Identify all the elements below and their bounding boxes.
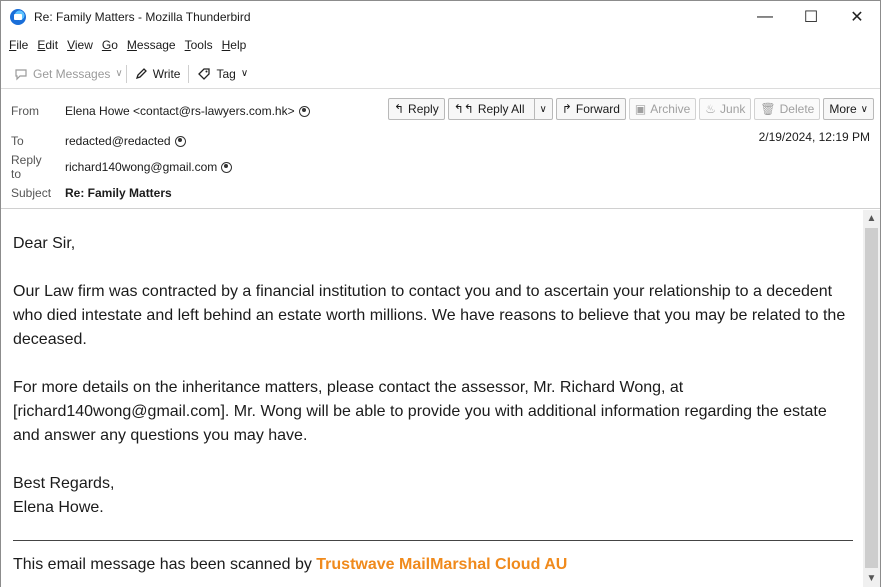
footer-text: This email message has been scanned by: [13, 556, 317, 573]
reply-to-address[interactable]: richard140wong@gmail.com: [65, 160, 217, 174]
scroll-up-arrow-icon[interactable]: ▲: [863, 210, 880, 227]
thunderbird-window: Re: Family Matters - Mozilla Thunderbird…: [0, 0, 881, 587]
message-actions: ↰ Reply ↰↰ Reply All ∨ ↱ Forward ▣ Archi…: [387, 98, 874, 120]
toolbar-separator: [125, 64, 127, 83]
footer-divider: [13, 540, 853, 541]
closing: Best Regards, Elena Howe.: [13, 472, 853, 520]
forward-button[interactable]: ↱ Forward: [555, 98, 626, 120]
menu-bar: File Edit View Go Message Tools Help: [1, 33, 880, 57]
reply-to-value[interactable]: richard140wong@gmail.com: [65, 160, 233, 174]
reply-all-main[interactable]: ↰↰ Reply All: [449, 99, 530, 119]
write-button[interactable]: Write: [130, 62, 186, 86]
menu-view-rest: iew: [74, 38, 93, 52]
tag-chevron-icon: ∨: [240, 68, 249, 79]
menu-help[interactable]: Help: [218, 38, 251, 52]
more-button[interactable]: More ∨: [823, 98, 874, 120]
reply-icon: ↰: [393, 102, 405, 116]
menu-message[interactable]: Message: [123, 38, 180, 52]
message-header: From Elena Howe <contact@rs-lawyers.com.…: [1, 94, 880, 209]
subject-label: Subject: [11, 186, 52, 200]
paragraph-1: Our Law firm was contracted by a financi…: [13, 283, 846, 348]
menu-go-rest: o: [111, 38, 118, 52]
from-address[interactable]: Elena Howe <contact@rs-lawyers.com.hk>: [65, 104, 295, 118]
menu-tools[interactable]: Tools: [181, 38, 217, 52]
main-toolbar: Get Messages ∨ Write Tag ∨: [1, 59, 880, 89]
menu-message-rest: essage: [136, 38, 176, 52]
junk-label: Junk: [720, 102, 746, 116]
more-chevron-icon: ∨: [860, 103, 868, 115]
to-label: To: [11, 134, 24, 148]
title-bar[interactable]: Re: Family Matters - Mozilla Thunderbird…: [1, 1, 880, 33]
maximize-button[interactable]: ☐: [788, 1, 834, 33]
archive-label: Archive: [650, 102, 691, 116]
window-controls: — ☐ ✕: [742, 1, 880, 33]
body-scrollbar[interactable]: ▲ ▼: [863, 210, 880, 587]
greeting: Dear Sir,: [13, 235, 76, 252]
junk-icon: ♨: [705, 102, 717, 116]
chat-bubble-icon: [15, 68, 27, 80]
tag-button[interactable]: Tag ∨: [192, 62, 253, 86]
menu-help-rest: elp: [230, 38, 247, 52]
footer-brand: Trustwave MailMarshal Cloud AU: [316, 556, 568, 573]
junk-button[interactable]: ♨ Junk: [699, 98, 752, 120]
delete-label: Delete: [779, 102, 815, 116]
from-value[interactable]: Elena Howe <contact@rs-lawyers.com.hk>: [65, 104, 310, 118]
write-label: Write: [152, 66, 181, 81]
contact-icon[interactable]: [298, 105, 310, 117]
reply-all-button[interactable]: ↰↰ Reply All ∨: [447, 98, 553, 120]
reply-to-label: Reply to: [11, 153, 42, 181]
message-text: Dear Sir, Our Law firm was contracted by…: [13, 232, 853, 520]
trash-icon: 🗑: [760, 102, 776, 116]
subject-value: Re: Family Matters: [65, 186, 172, 200]
message-body[interactable]: Dear Sir, Our Law firm was contracted by…: [1, 210, 863, 587]
menu-file[interactable]: File: [5, 38, 32, 52]
contact-icon[interactable]: [174, 135, 186, 147]
paragraph-2: For more details on the inheritance matt…: [13, 379, 827, 444]
contact-icon[interactable]: [221, 161, 233, 173]
menu-tools-rest: ools: [190, 38, 213, 52]
get-messages-chevron-icon[interactable]: ∨: [115, 68, 122, 79]
tag-icon: [198, 67, 211, 80]
toolbar-separator: [188, 64, 190, 83]
menu-go[interactable]: Go: [98, 38, 122, 52]
message-date: 2/19/2024, 12:19 PM: [758, 130, 870, 144]
reply-all-label: Reply All: [477, 102, 525, 116]
tag-label: Tag: [216, 66, 236, 81]
archive-button[interactable]: ▣ Archive: [628, 98, 697, 120]
scrollbar-thumb[interactable]: [865, 228, 878, 568]
archive-icon: ▣: [634, 102, 647, 116]
closing-text: Best Regards,: [13, 475, 115, 492]
forward-label: Forward: [575, 102, 620, 116]
reply-button[interactable]: ↰ Reply: [387, 98, 445, 120]
scan-footer: This email message has been scanned by T…: [13, 553, 567, 577]
reply-all-dropdown-icon[interactable]: ∨: [533, 99, 552, 119]
scroll-down-arrow-icon[interactable]: ▼: [863, 570, 880, 587]
forward-icon: ↱: [561, 102, 572, 116]
from-label: From: [11, 104, 39, 118]
more-label: More: [829, 102, 857, 116]
pencil-icon: [135, 68, 147, 80]
minimize-button[interactable]: —: [742, 1, 788, 33]
get-messages-button[interactable]: Get Messages: [9, 62, 115, 86]
menu-edit[interactable]: Edit: [33, 38, 62, 52]
signature: Elena Howe.: [13, 499, 104, 516]
reply-label: Reply: [408, 102, 439, 116]
to-address[interactable]: redacted@redacted: [65, 134, 171, 148]
window-title: Re: Family Matters - Mozilla Thunderbird: [34, 10, 251, 24]
menu-file-rest: ile: [16, 38, 29, 52]
menu-view[interactable]: View: [63, 38, 97, 52]
menu-edit-rest: dit: [45, 38, 59, 52]
close-button[interactable]: ✕: [834, 1, 880, 33]
thunderbird-app-icon[interactable]: [10, 9, 26, 25]
reply-all-icon: ↰↰: [453, 102, 474, 116]
to-value[interactable]: redacted@redacted: [65, 134, 186, 148]
get-messages-label: Get Messages: [33, 66, 111, 81]
delete-button[interactable]: 🗑 Delete: [754, 98, 821, 120]
